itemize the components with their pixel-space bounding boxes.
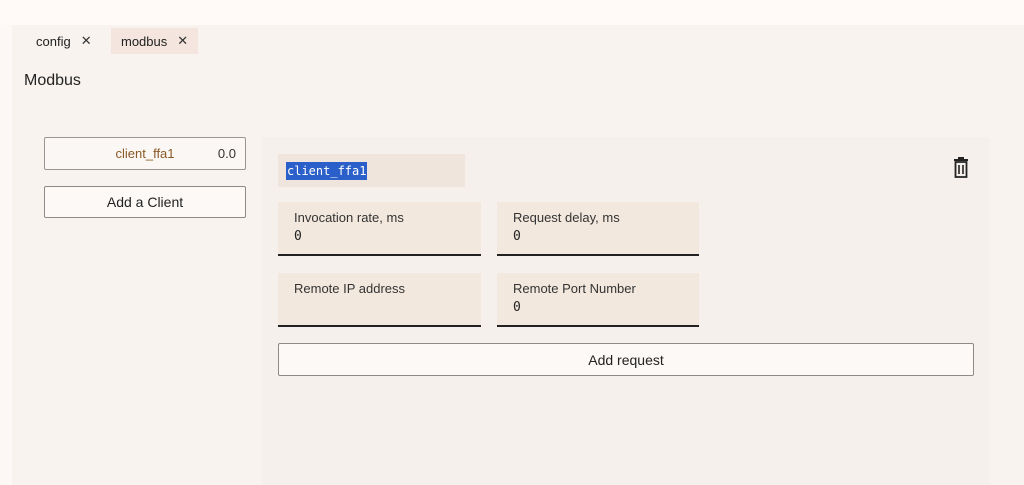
field-label: Remote Port Number bbox=[513, 281, 636, 296]
client-name: client_ffa1 bbox=[115, 146, 175, 161]
client-name-selected-text: client_ffa1 bbox=[286, 161, 368, 180]
tab-label: modbus bbox=[121, 33, 168, 49]
field-label: Request delay, ms bbox=[513, 210, 620, 225]
client-value: 0.0 bbox=[217, 146, 236, 161]
client-name-input[interactable]: client_ffa1 bbox=[278, 154, 465, 187]
remote-port-field[interactable]: Remote Port Number 0 bbox=[497, 273, 699, 327]
field-value: 0 bbox=[513, 300, 521, 315]
tab-modbus[interactable]: modbus ✕ bbox=[111, 28, 199, 54]
trash-icon[interactable] bbox=[951, 157, 971, 179]
invocation-rate-field[interactable]: Invocation rate, ms 0 bbox=[278, 202, 481, 256]
tab-config[interactable]: config ✕ bbox=[26, 28, 102, 54]
close-icon[interactable]: ✕ bbox=[177, 33, 188, 49]
add-client-button[interactable]: Add a Client bbox=[44, 186, 246, 218]
top-strip bbox=[0, 0, 1024, 25]
add-request-button[interactable]: Add request bbox=[278, 343, 974, 376]
field-value: 0 bbox=[294, 229, 302, 244]
page-title: Modbus bbox=[24, 72, 81, 89]
request-delay-field[interactable]: Request delay, ms 0 bbox=[497, 202, 699, 256]
field-label: Invocation rate, ms bbox=[294, 210, 404, 225]
field-value: 0 bbox=[513, 229, 521, 244]
field-label: Remote IP address bbox=[294, 281, 406, 296]
client-list-item[interactable]: client_ffa1 0.0 bbox=[44, 137, 246, 170]
tab-label: config bbox=[36, 33, 71, 49]
remote-ip-field[interactable]: Remote IP address bbox=[278, 273, 481, 327]
close-icon[interactable]: ✕ bbox=[81, 33, 92, 49]
